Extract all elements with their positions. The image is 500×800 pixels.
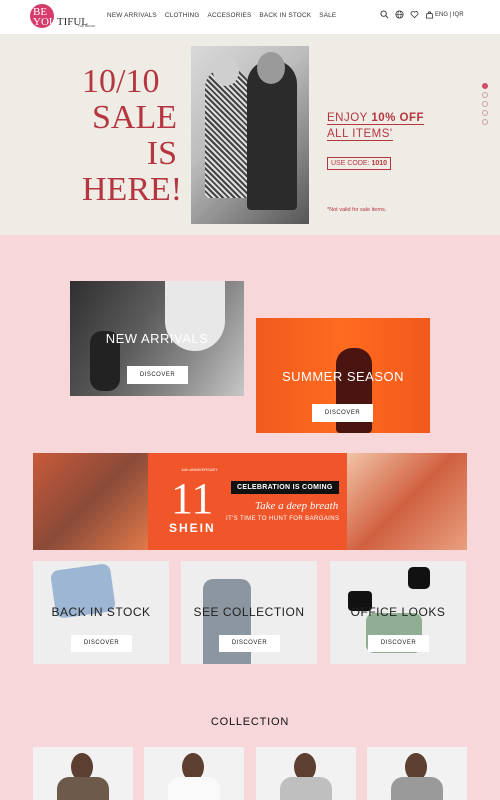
carousel-dot[interactable] <box>482 110 488 116</box>
tile-title: BACK IN STOCK <box>51 605 151 619</box>
hero-note: *Not valid for sale items. <box>327 207 387 213</box>
hero-offer: ENJOY 10% OFF ALL ITEMS' <box>327 110 425 142</box>
discover-button[interactable]: DISCOVER <box>71 635 132 652</box>
new-arrivals-tile[interactable]: NEW ARRIVALS DISCOVER <box>70 281 244 396</box>
office-looks-tile[interactable]: OFFICE LOOKS DISCOVER <box>330 561 466 664</box>
search-icon[interactable] <box>380 10 389 19</box>
shein-promo-banner[interactable]: 11th ANNIVERSARY 11 SHEIN CELEBRATION IS… <box>33 453 467 550</box>
discover-button[interactable]: DISCOVER <box>127 366 188 384</box>
logo-you: YOU <box>33 16 57 28</box>
tile-title: OFFICE LOOKS <box>350 605 446 619</box>
hero-title-line: SALE <box>92 99 177 136</box>
model-outfit <box>391 777 443 800</box>
tile-title: NEW ARRIVALS <box>105 331 209 346</box>
hero-banner[interactable]: 10/10 SALE IS HERE! ENJOY 10% OFF ALL IT… <box>0 34 500 235</box>
offer-text: ENJOY <box>327 112 372 124</box>
back-in-stock-tile[interactable]: BACK IN STOCK DISCOVER <box>33 561 169 664</box>
hero-title-line: HERE! <box>82 171 183 208</box>
discover-button[interactable]: DISCOVER <box>219 635 280 652</box>
tile-title: SEE COLLECTION <box>193 605 305 619</box>
banner-anniversary: 11th ANNIVERSARY <box>181 467 218 472</box>
nav-clothing[interactable]: CLOTHING <box>165 12 200 19</box>
header-icons <box>380 10 434 19</box>
tile-title: SUMMER SEASON <box>281 369 405 384</box>
model-head-left <box>213 56 239 86</box>
site-header: BE YOUTIFUL THE BRAND NEW ARRIVALS CLOTH… <box>0 0 500 34</box>
model-outfit <box>280 777 332 800</box>
photo-shoes <box>408 567 430 589</box>
discover-button[interactable]: DISCOVER <box>312 404 373 422</box>
language-switcher[interactable]: ENG | IQR <box>435 12 464 18</box>
banner-right-photos <box>347 453 467 550</box>
collection-card[interactable] <box>256 747 356 800</box>
promo-code-badge: USE CODE: 1010 <box>327 157 392 170</box>
collection-card[interactable] <box>367 747 467 800</box>
promo-code-value: 1010 <box>371 160 388 167</box>
collection-card[interactable] <box>144 747 244 800</box>
collection-heading: COLLECTION <box>210 716 290 728</box>
nav-new-arrivals[interactable]: NEW ARRIVALS <box>107 12 157 19</box>
hero-title: 10/10 SALE IS HERE! <box>82 63 183 208</box>
brand-logo[interactable]: BE YOUTIFUL THE BRAND <box>30 4 96 30</box>
main-nav: NEW ARRIVALS CLOTHING ACCESORIES BACK IN… <box>107 12 336 19</box>
nav-back-in-stock[interactable]: BACK IN STOCK <box>259 12 311 19</box>
carousel-dot[interactable] <box>482 101 488 107</box>
collection-card[interactable] <box>33 747 133 800</box>
heart-icon[interactable] <box>410 10 419 19</box>
hero-photo <box>191 46 309 224</box>
hero-title-line: 10/10 <box>82 63 160 100</box>
banner-brand: SHEIN <box>169 521 216 535</box>
summer-season-tile[interactable]: SUMMER SEASON DISCOVER <box>256 318 430 433</box>
promo-code-label: USE CODE: <box>331 160 372 167</box>
logo-sub: THE BRAND <box>78 24 96 28</box>
banner-tagline: Take a deep breath <box>255 500 339 512</box>
model-head-right <box>257 52 285 84</box>
banner-number: 11 <box>171 474 214 523</box>
carousel-dot[interactable] <box>482 92 488 98</box>
model-jacket-left <box>205 68 249 198</box>
discover-button[interactable]: DISCOVER <box>368 635 429 652</box>
nav-sale[interactable]: SALE <box>319 12 336 19</box>
bag-icon[interactable] <box>425 10 434 19</box>
carousel-dot[interactable] <box>482 83 488 89</box>
hero-title-line: IS <box>146 135 177 172</box>
banner-subline: IT'S TIME TO HUNT FOR BARGAINS <box>226 516 340 522</box>
globe-icon[interactable] <box>395 10 404 19</box>
nav-accesories[interactable]: ACCESORIES <box>208 12 252 19</box>
model-outfit <box>57 777 109 800</box>
carousel-dot[interactable] <box>482 119 488 125</box>
model-outfit <box>168 777 220 800</box>
offer-text-line2: ALL ITEMS' <box>327 128 393 141</box>
offer-percent: 10% OFF <box>371 112 425 124</box>
banner-left-photos <box>33 453 148 550</box>
banner-pill: CELEBRATION IS COMING <box>231 481 339 494</box>
carousel-dots <box>482 83 488 125</box>
see-collection-tile[interactable]: SEE COLLECTION DISCOVER <box>181 561 317 664</box>
